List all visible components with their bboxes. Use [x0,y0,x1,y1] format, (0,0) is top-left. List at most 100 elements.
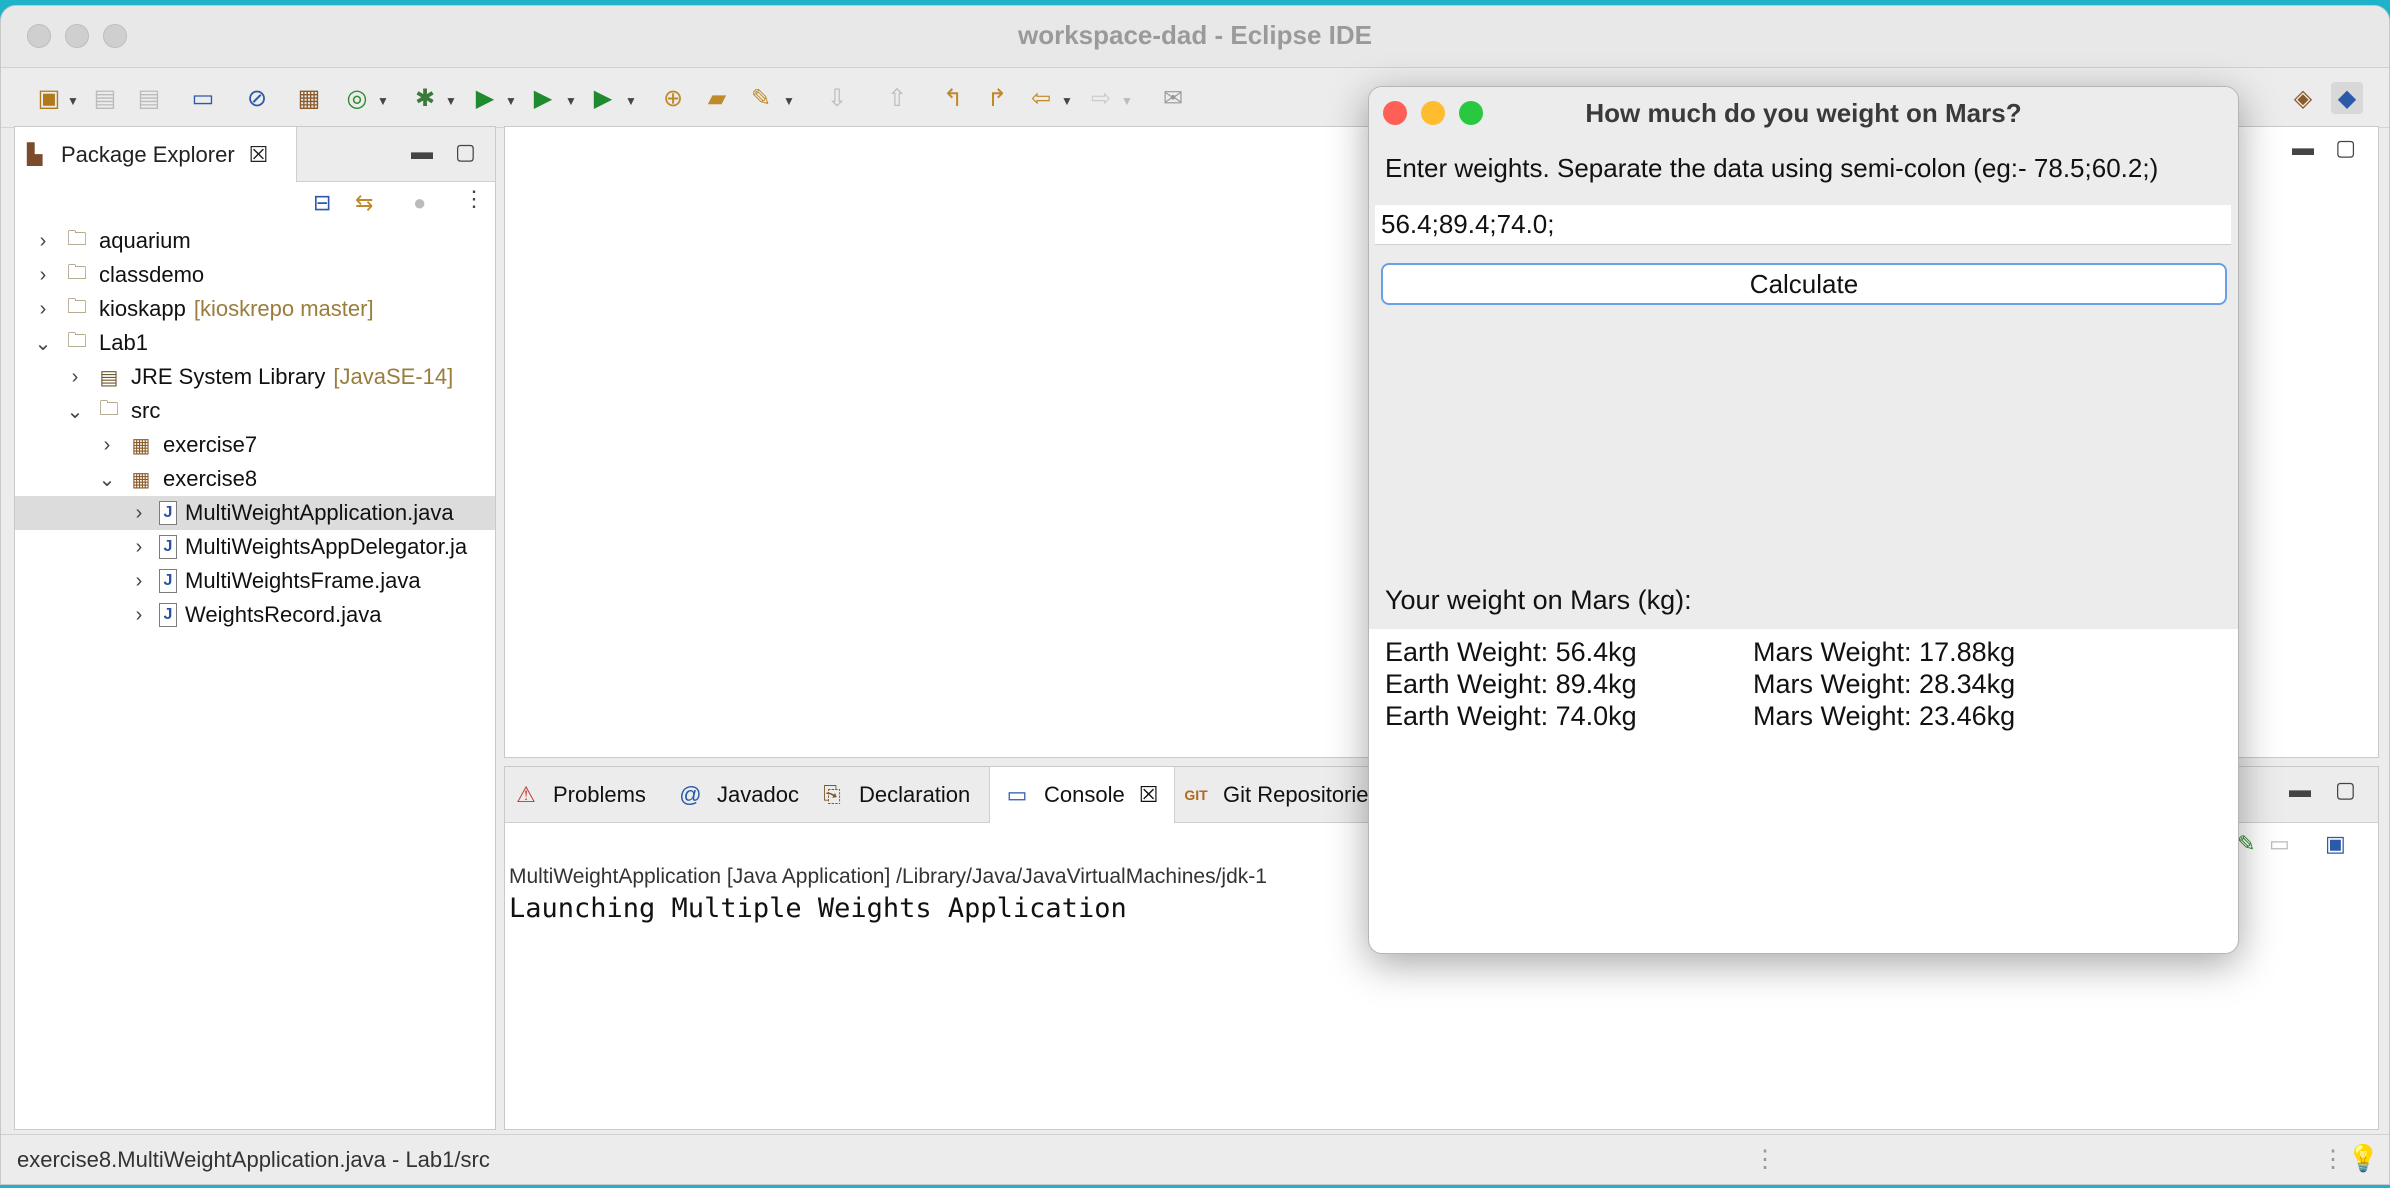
new-class-icon[interactable]: ◎ [341,82,373,114]
open-type-icon[interactable]: ⊕ [657,82,689,114]
chevron-right-icon[interactable]: › [97,434,117,457]
coverage-dropdown-icon[interactable]: ▼ [565,94,577,108]
tree-item[interactable]: › 🗀 classdemo [15,258,495,292]
new-dropdown-icon[interactable]: ▼ [67,94,79,108]
run-icon[interactable]: ▶ [469,82,501,114]
chevron-right-icon[interactable]: › [129,604,149,627]
chevron-right-icon[interactable]: › [33,264,53,287]
save-all-icon[interactable]: ▤ [133,82,165,114]
result-row: Earth Weight: 74.0kg Mars Weight: 23.46k… [1385,701,2015,732]
prev-annotation-icon[interactable]: ⇧ [881,82,913,114]
minimize-view-icon[interactable]: ▬ [411,139,433,165]
chevron-right-icon[interactable]: › [33,230,53,253]
link-with-editor-icon[interactable]: ⇆ [355,190,373,216]
tree-item-label: MultiWeightApplication.java [185,500,454,525]
next-annotation-icon[interactable]: ⇩ [821,82,853,114]
tree-item[interactable]: › J MultiWeightApplication.java [15,496,495,530]
tab-git-repositories[interactable]: GIT Git Repositorie [1181,767,1369,823]
java-perspective-icon[interactable]: ◆ [2331,82,2363,114]
pen-dropdown-icon[interactable]: ▼ [783,94,795,108]
coverage-icon[interactable]: ▶ [527,82,559,114]
tab-package-explorer[interactable]: ▙ Package Explorer ☒ [15,127,297,182]
tab-label: Console [1044,782,1125,807]
external-tools-dropdown-icon[interactable]: ▼ [625,94,637,108]
chevron-down-icon[interactable]: ⌄ [97,467,117,492]
open-console-icon[interactable]: ▣ [2325,831,2346,857]
calculate-button[interactable]: Calculate [1381,263,2227,305]
tree-item-label: WeightsRecord.java [185,602,382,627]
console-output: Launching Multiple Weights Application [509,893,1127,924]
new-class-dropdown-icon[interactable]: ▼ [377,94,389,108]
tab-label: Git Repositorie [1223,782,1369,807]
chevron-right-icon[interactable]: › [33,298,53,321]
chevron-down-icon[interactable]: ⌄ [33,331,53,356]
pin-console-icon[interactable]: ✎ [2237,831,2255,857]
chevron-right-icon[interactable]: › [129,570,149,593]
tree-item[interactable]: › J MultiWeightsAppDelegator.ja [15,530,495,564]
perspective-icon[interactable]: ◈ [2287,82,2319,114]
dialog-title: How much do you weight on Mars? [1585,98,2022,128]
tree-item-label: exercise8 [163,466,258,491]
declaration-icon: ⎘ [823,782,841,807]
earth-weight: Earth Weight: 56.4kg [1385,637,1637,667]
project-icon: 🗀 [67,296,87,318]
chevron-down-icon[interactable]: ⌄ [65,399,85,424]
save-icon[interactable]: ▤ [89,82,121,114]
status-text: exercise8.MultiWeightApplication.java - … [17,1147,490,1172]
pin-editor-icon[interactable]: ✉ [1157,82,1189,114]
tree-item[interactable]: ⌄ ▦ exercise8 [15,462,495,496]
dialog-input-panel: Enter weights. Separate the data using s… [1369,139,2238,629]
back-dropdown-icon[interactable]: ▼ [1061,94,1073,108]
tree-item[interactable]: › 🗀 kioskapp [kioskrepo master] [15,292,495,326]
new-icon[interactable]: ▣ [33,82,65,114]
earth-weight: Earth Weight: 89.4kg [1385,669,1637,699]
lightbulb-icon[interactable]: 💡 [2347,1143,2379,1174]
bottom-minimize-icon[interactable]: ▬ [2289,777,2311,803]
skip-breakpoints-icon[interactable]: ⊘ [241,82,273,114]
tab-console[interactable]: ▭ Console ☒ [989,767,1175,823]
tree-item[interactable]: › ▦ exercise7 [15,428,495,462]
debug-icon[interactable]: ✱ [409,82,441,114]
view-menu-icon[interactable]: ⋮ [463,186,485,212]
editor-maximize-icon[interactable]: ▢ [2335,135,2356,161]
package-explorer-icon: ▙ [27,143,43,166]
package-icon: ▦ [131,468,151,491]
forward-icon[interactable]: ⇨ [1085,82,1117,114]
chevron-right-icon[interactable]: › [129,536,149,559]
tree-item[interactable]: › 🗀 aquarium [15,224,495,258]
close-icon[interactable]: ☒ [1139,782,1159,808]
back-icon[interactable]: ⇦ [1025,82,1057,114]
tab-declaration[interactable]: ⎘ Declaration [817,767,970,823]
mars-weight: Mars Weight: 23.46kg [1753,701,2016,731]
debug-dropdown-icon[interactable]: ▼ [445,94,457,108]
chevron-right-icon[interactable]: › [129,502,149,525]
new-package-icon[interactable]: ▦ [293,82,325,114]
collapse-all-icon[interactable]: ⊟ [313,190,331,216]
last-edit-icon[interactable]: ↰ [937,82,969,114]
run-dropdown-icon[interactable]: ▼ [505,94,517,108]
tree-item[interactable]: › J WeightsRecord.java [15,598,495,632]
forward-dropdown-icon[interactable]: ▼ [1121,94,1133,108]
open-folder-icon[interactable]: ▰ [701,82,733,114]
weights-input[interactable] [1375,205,2231,245]
external-tools-icon[interactable]: ▶ [587,82,619,114]
bottom-maximize-icon[interactable]: ▢ [2335,777,2356,803]
chevron-right-icon[interactable]: › [65,366,85,389]
terminal-icon[interactable]: ▭ [187,82,219,114]
tab-javadoc[interactable]: @ Javadoc [675,767,799,823]
tab-problems[interactable]: ⚠ Problems [511,767,646,823]
editor-minimize-icon[interactable]: ▬ [2292,135,2314,161]
tree-item[interactable]: › J MultiWeightsFrame.java [15,564,495,598]
tree-item[interactable]: ⌄ 🗀 src [15,394,495,428]
tree-item[interactable]: › ▤ JRE System Library [JavaSE-14] [15,360,495,394]
display-console-icon[interactable]: ▭ [2269,831,2290,857]
console-description: MultiWeightApplication [Java Application… [509,865,1267,888]
forward-edit-icon[interactable]: ↱ [981,82,1013,114]
filter-icon[interactable]: ● [413,190,426,216]
maximize-view-icon[interactable]: ▢ [455,139,476,165]
status-bar: exercise8.MultiWeightApplication.java - … [1,1134,2389,1184]
close-icon[interactable]: ☒ [249,142,269,168]
tree-item[interactable]: ⌄ 🗀 Lab1 [15,326,495,360]
tree-item-label: aquarium [99,228,191,253]
pen-icon[interactable]: ✎ [745,82,777,114]
